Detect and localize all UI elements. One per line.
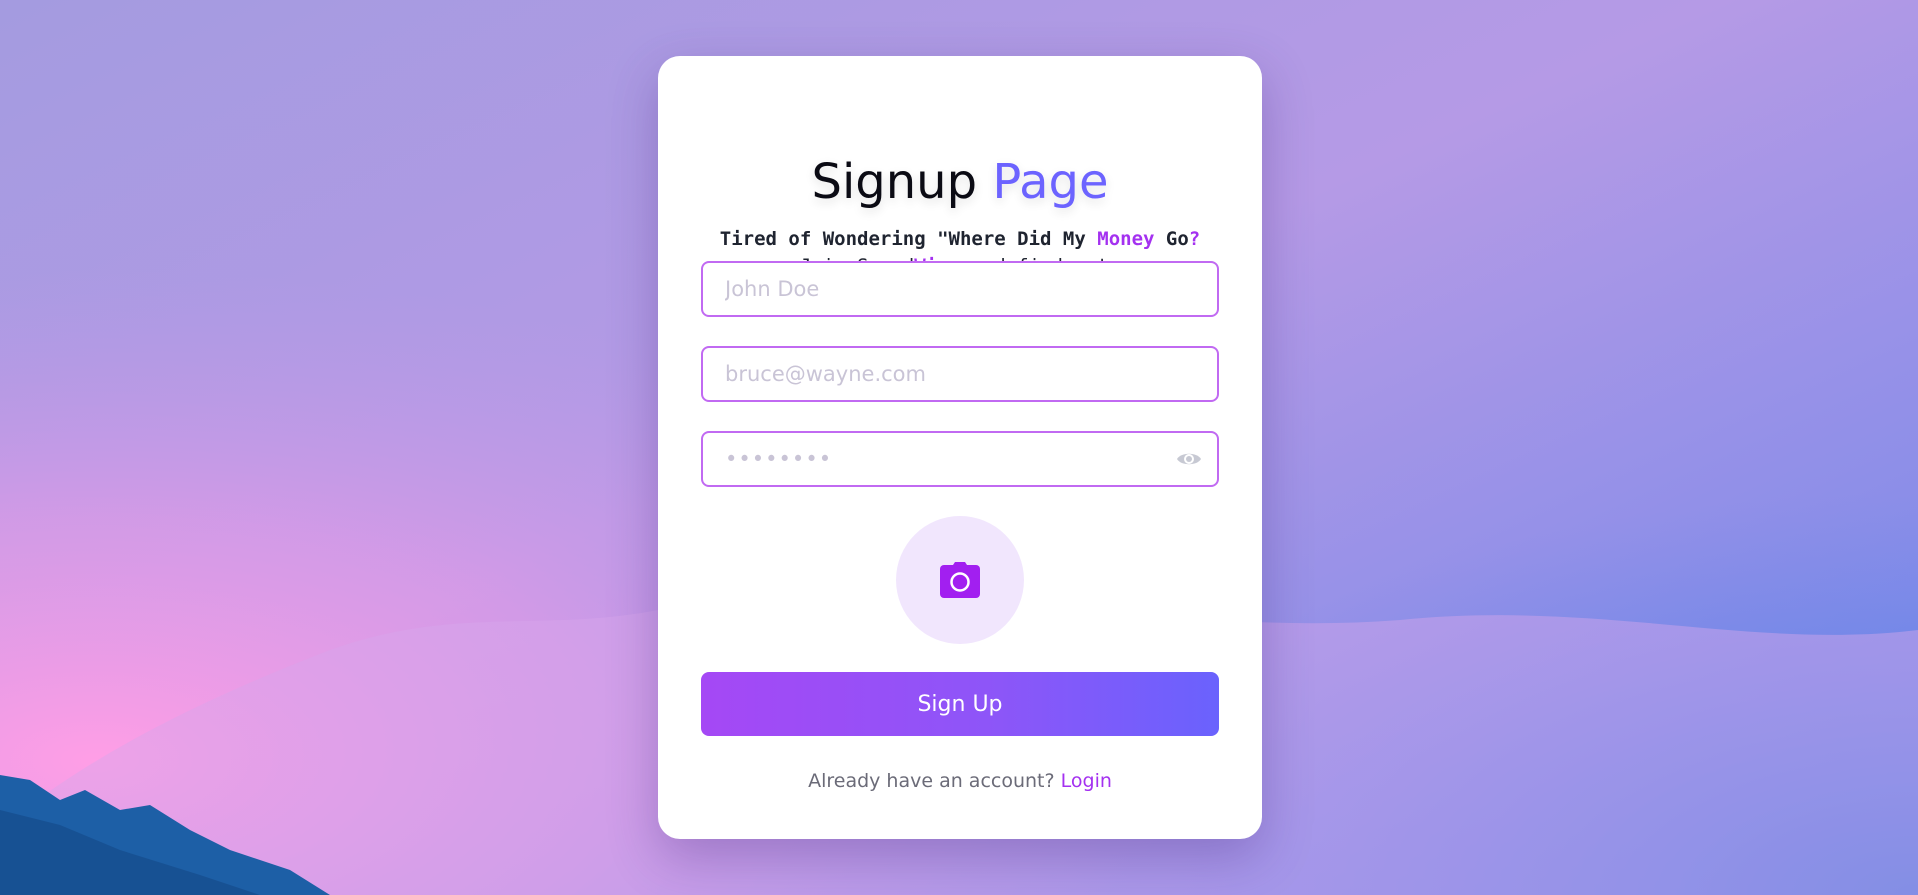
tagline-question-mark: ? — [1188, 228, 1201, 250]
tagline-highlight-money: Money — [1097, 228, 1155, 250]
profile-photo-upload[interactable] — [896, 516, 1024, 644]
signup-card: Signup Page Tired of Wondering "Where Di… — [658, 56, 1262, 839]
tagline-line1-b: Go — [1154, 228, 1189, 250]
camera-icon — [940, 562, 980, 598]
sign-up-button[interactable]: Sign Up — [701, 672, 1219, 736]
page-title: Signup Page — [658, 152, 1262, 212]
title-main: Signup — [811, 154, 978, 210]
eye-icon[interactable] — [1175, 447, 1203, 471]
title-accent: Page — [992, 154, 1109, 210]
tagline-line-1: Tired of Wondering "Where Did My Money G… — [658, 226, 1262, 253]
login-prompt: Already have an account? Login — [658, 770, 1262, 792]
name-input[interactable] — [703, 263, 1217, 315]
tagline-line1-a: Tired of Wondering "Where Did My — [719, 228, 1098, 250]
email-field-wrapper — [701, 346, 1219, 402]
name-field-wrapper — [701, 261, 1219, 317]
email-input[interactable] — [703, 348, 1217, 400]
password-field-wrapper — [701, 431, 1219, 487]
login-prompt-text: Already have an account? — [808, 770, 1055, 792]
password-input[interactable] — [703, 433, 1217, 485]
login-link[interactable]: Login — [1061, 770, 1112, 792]
